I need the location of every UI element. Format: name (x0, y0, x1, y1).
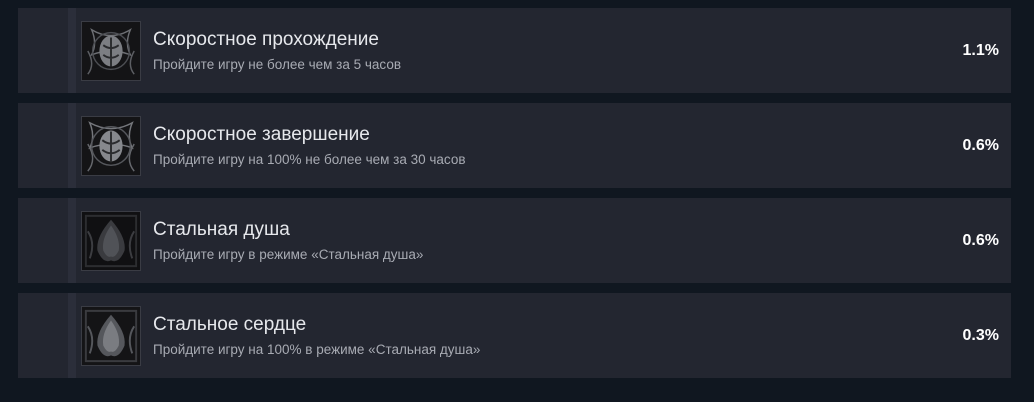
speedrun-emblem-icon (81, 21, 141, 81)
achievements-list: Скоростное прохождение Пройдите игру не … (18, 8, 1011, 388)
achievement-row[interactable]: Стальное сердце Пройдите игру на 100% в … (18, 293, 1011, 378)
achievement-text: Стальное сердце Пройдите игру на 100% в … (153, 313, 891, 360)
achievement-row[interactable]: Скоростное прохождение Пройдите игру не … (18, 8, 1011, 93)
steel-soul-emblem-icon (81, 211, 141, 271)
achievement-description: Пройдите игру на 100% не более чем за 30… (153, 152, 466, 167)
achievement-title: Скоростное прохождение (153, 29, 379, 50)
achievement-row[interactable]: Стальная душа Пройдите игру в режиме «Ст… (18, 198, 1011, 283)
steel-heart-emblem-icon (81, 306, 141, 366)
achievement-text: Скоростное завершение Пройдите игру на 1… (153, 123, 891, 170)
achievement-row[interactable]: Скоростное завершение Пройдите игру на 1… (18, 103, 1011, 188)
achievement-title: Стальная душа (153, 219, 290, 240)
unlock-percentage: 0.3% (962, 326, 999, 344)
achievement-description: Пройдите игру не более чем за 5 часов (153, 57, 401, 72)
achievement-description: Пройдите игру на 100% в режиме «Стальная… (153, 342, 481, 357)
achievement-title: Стальное сердце (153, 314, 307, 335)
achievement-title: Скоростное завершение (153, 124, 370, 145)
achievement-description: Пройдите игру в режиме «Стальная душа» (153, 247, 424, 262)
row-divider (68, 198, 76, 283)
row-divider (68, 103, 76, 188)
unlock-percentage: 0.6% (962, 136, 999, 154)
unlock-percentage: 1.1% (962, 41, 999, 59)
achievement-text: Стальная душа Пройдите игру в режиме «Ст… (153, 218, 891, 265)
unlock-percentage: 0.6% (962, 231, 999, 249)
row-divider (68, 293, 76, 378)
speed-completion-emblem-icon (81, 116, 141, 176)
achievement-text: Скоростное прохождение Пройдите игру не … (153, 28, 891, 75)
row-divider (68, 8, 76, 93)
